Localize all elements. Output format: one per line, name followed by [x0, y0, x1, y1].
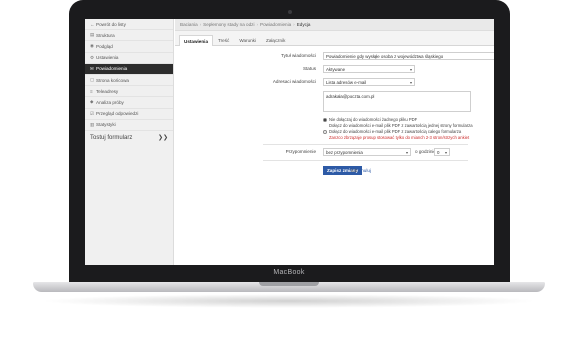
title-label: Tytuł wiadomości: [281, 53, 316, 58]
sidebar-item-label: Struktura: [96, 32, 115, 38]
reminder-select[interactable]: bez przypomnienia: [323, 148, 411, 156]
cancel-link[interactable]: Anuluj: [358, 168, 371, 173]
sidebar-item-notifications[interactable]: ✉ Powiadomienia: [85, 63, 173, 75]
tab-content[interactable]: Treść: [213, 35, 234, 45]
reminder-hour-label: o godzinie: [415, 149, 436, 154]
sidebar-item-addresses[interactable]: ≡ Teleadresy: [85, 86, 173, 98]
sidebar-item-label: Powrót do listy: [96, 21, 126, 27]
pdf-option-label: Nie dołączaj do wiadomości żadnego pliku…: [329, 117, 418, 122]
address-select[interactable]: Lista adresów e-mail: [323, 78, 415, 86]
pdf-option-none[interactable]: Nie dołączaj do wiadomości żadnego pliku…: [323, 117, 417, 122]
laptop-shadow: [40, 294, 538, 308]
sidebar-item-label: Przegląd odpowiedzi: [96, 111, 139, 117]
sidebar-footer[interactable]: Tostuj formularz ❯❯: [85, 131, 173, 145]
cancel-link-wrap: lub Anuluj: [351, 168, 371, 173]
laptop-notch: [259, 282, 319, 286]
sidebar-item-label: Powiadomienia: [96, 66, 128, 72]
sidebar-item-responses[interactable]: ☑ Przegląd odpowiedzi: [85, 109, 173, 120]
sidebar: ← Powrót do listy ▤ Struktura ◉ Podgląd ⚙ Us…: [85, 19, 174, 265]
screen: ← Powrót do listy ▤ Struktura ◉ Podgląd ⚙ Us…: [85, 19, 494, 265]
main-content: Baciania › Sepłemony stady na odzi › Powia…: [175, 19, 494, 265]
pdf-option-page[interactable]: Dołącz do wiadomości e-mail plik PDF z z…: [323, 123, 473, 128]
radio-icon: [323, 129, 327, 134]
sidebar-item-preview[interactable]: ◉ Podgląd: [85, 41, 173, 53]
pdf-warning: Zanzco zbrzązaje prosup stosować tylko d…: [329, 135, 470, 140]
breadcrumb-current: Edycja: [296, 22, 311, 27]
radio-icon: [323, 117, 327, 122]
settings-panel: Tytuł wiadomości Powiadomienie gdy wysłą…: [175, 46, 494, 265]
address-list-textarea[interactable]: adrakała@poczta.com.pl: [323, 91, 471, 112]
tab-settings[interactable]: Ustawienia: [179, 35, 213, 46]
sidebar-item-end-page[interactable]: ▢ Strona końcowa: [85, 75, 173, 87]
status-select[interactable]: Aktywane: [323, 65, 415, 73]
sidebar-item-label: Analiza próby: [96, 99, 124, 105]
sidebar-item-back[interactable]: ← Powrót do listy: [85, 19, 173, 31]
sidebar-item-label: Teleadresy: [96, 88, 119, 94]
tab-conditions[interactable]: Warunki: [234, 35, 261, 45]
brand-label: MacBook: [273, 269, 305, 276]
pdf-option-label: Dołącz do wiadomości e-mail plik PDF z z…: [329, 129, 462, 134]
reminder-hour-select[interactable]: 0: [434, 148, 450, 156]
cancel-prefix: lub: [351, 168, 358, 173]
chevron-right-icon[interactable]: ❯❯: [158, 134, 168, 141]
breadcrumb-item[interactable]: Sepłemony stady na odzi: [203, 22, 254, 27]
sidebar-item-structure[interactable]: ▤ Struktura: [85, 30, 173, 42]
sidebar-footer-label: Tostuj formularz: [90, 134, 133, 141]
pdf-option-full[interactable]: Dołącz do wiadomości e-mail plik PDF z z…: [323, 129, 461, 134]
tabs: Ustawienia Treść Warunki Załącznik: [175, 35, 494, 46]
status-label: Status: [302, 66, 316, 71]
divider: [263, 160, 468, 161]
sidebar-item-label: Statystyki: [96, 122, 116, 128]
address-label: Adresaci wiadomości: [272, 79, 316, 84]
sidebar-item-label: Podgląd: [96, 43, 113, 49]
sidebar-item-statistics[interactable]: ▥ Statystyki: [85, 120, 173, 131]
camera-icon: [288, 10, 292, 14]
breadcrumb-item[interactable]: Powiadomienia: [260, 22, 291, 27]
reminder-label: Przypomnienie: [285, 149, 316, 154]
breadcrumb-item[interactable]: Baciania: [180, 22, 198, 27]
tab-attachment[interactable]: Załącznik: [261, 35, 290, 45]
title-input[interactable]: Powiadomienie gdy wysłąłe osoba z wojewó…: [323, 52, 494, 60]
sidebar-item-analysis[interactable]: ◆ Analiza próby: [85, 97, 173, 109]
sidebar-item-settings[interactable]: ⚙ Ustawienia: [85, 53, 173, 64]
sidebar-item-label: Ustawienia: [96, 55, 119, 61]
divider: [263, 144, 468, 145]
sidebar-item-label: Strona końcowa: [96, 77, 129, 83]
pdf-option-label: Dołącz do wiadomości e-mail plik PDF z z…: [329, 123, 473, 128]
breadcrumb: Baciania › Sepłemony stady na odzi › Powia…: [175, 19, 494, 31]
